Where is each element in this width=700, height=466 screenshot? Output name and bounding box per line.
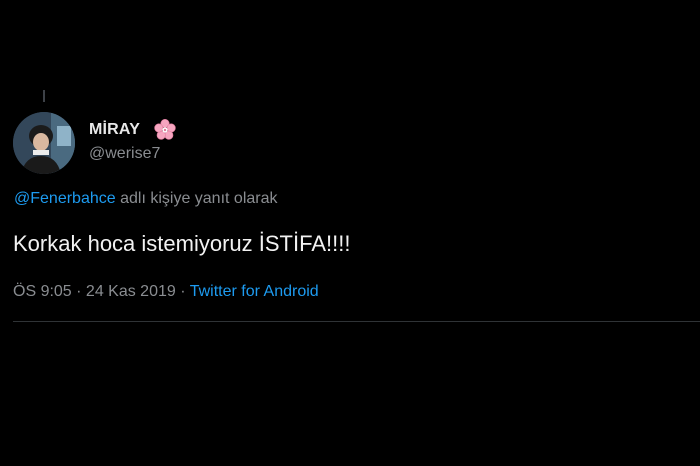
tweet-text: Korkak hoca istemiyoruz İSTİFA!!!! xyxy=(13,231,351,256)
reply-context-text: adlı kişiye yanıt olarak xyxy=(115,190,278,207)
author-display-name[interactable]: MİRAY xyxy=(89,121,140,139)
cherry-blossom-icon xyxy=(154,119,176,140)
meta-separator: · xyxy=(175,283,190,300)
avatar[interactable] xyxy=(13,112,75,174)
tweet-date[interactable]: 24 Kas 2019 xyxy=(86,283,176,300)
thread-connector-line xyxy=(43,90,45,102)
tweet-meta: ÖS 9:05 · 24 Kas 2019 · Twitter for Andr… xyxy=(13,283,319,301)
avatar-image xyxy=(13,112,75,174)
meta-separator: · xyxy=(71,283,86,300)
reply-mention-link[interactable]: @Fenerbahce xyxy=(14,190,116,207)
tweet-time[interactable]: ÖS 9:05 xyxy=(13,283,72,300)
tweet-source-link[interactable]: Twitter for Android xyxy=(190,283,319,300)
reply-context: @Fenerbahce adlı kişiye yanıt olarak xyxy=(14,190,278,208)
author-handle[interactable]: @werise7 xyxy=(89,145,160,163)
divider xyxy=(13,321,700,322)
